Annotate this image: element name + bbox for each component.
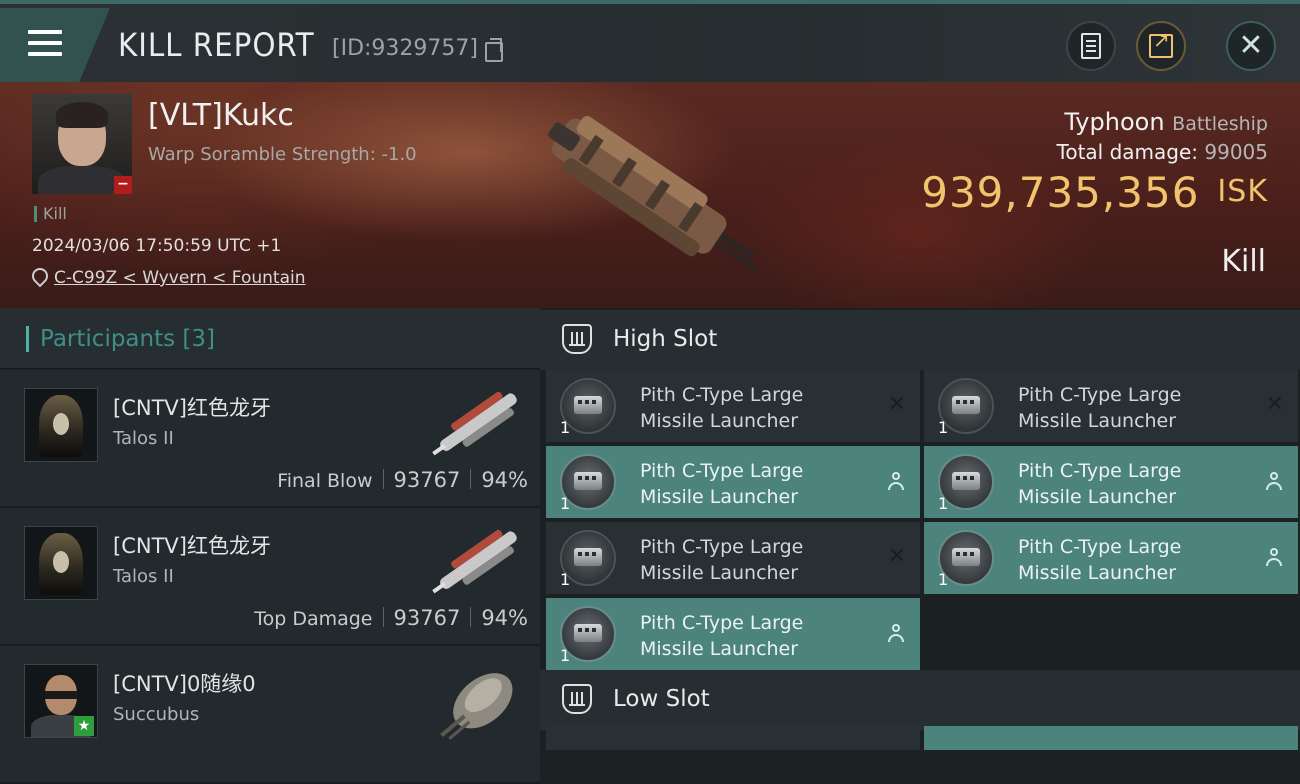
page-title: KILL REPORT xyxy=(118,26,315,64)
module-item[interactable] xyxy=(924,726,1298,750)
kill-datetime: 2024/03/06 17:50:59 UTC +1 xyxy=(32,236,282,256)
participant-name: [CNTV]红色龙牙 xyxy=(113,396,271,420)
total-damage-value: 99005 xyxy=(1204,140,1268,164)
module-name: Pith C-Type Large Missile Launcher xyxy=(1018,536,1182,584)
participant-ship-image xyxy=(432,529,517,594)
participant-percent: 94% xyxy=(481,468,528,492)
ship-class: Battleship xyxy=(1172,113,1268,135)
isk-amount: 939,735,356 xyxy=(921,168,1200,217)
participant-name: [CNTV]0随缘0 xyxy=(113,672,256,696)
participant-ship: Talos II xyxy=(113,428,174,449)
module-quantity: 1 xyxy=(560,494,571,513)
participant-ship: Talos II xyxy=(113,566,174,587)
module-item[interactable]: 1 Pith C-Type Large Missile Launcher ✕ xyxy=(546,370,920,442)
low-slot-title: Low Slot xyxy=(613,686,710,712)
participant-ship-image xyxy=(432,391,517,456)
fitting-panel: High Slot 1 Pith C-Type Large Missile Lau… xyxy=(540,308,1300,750)
location-pin-icon xyxy=(28,264,52,288)
isk-unit: ISK xyxy=(1217,174,1268,209)
participant-ship: Succubus xyxy=(113,704,200,725)
victim-ship-name: Typhoon Battleship xyxy=(1064,108,1268,136)
participants-label: Participants xyxy=(40,326,176,352)
module-quantity: 1 xyxy=(560,418,571,437)
module-item[interactable]: 1 Pith C-Type Large Missile Launcher xyxy=(924,446,1298,518)
participant-row[interactable]: [CNTV]红色龙牙 Talos II Top Damage 93767 94% xyxy=(0,508,540,646)
close-icon: ✕ xyxy=(1238,28,1264,63)
participant-stats: Final Blow 93767 94% xyxy=(277,468,528,492)
participant-row[interactable]: [CNTV]红色龙牙 Talos II Final Blow 93767 94% xyxy=(0,370,540,508)
menu-icon xyxy=(28,30,62,63)
isk-value: 939,735,356 ISK xyxy=(921,168,1268,217)
participant-role: Final Blow xyxy=(277,470,373,492)
module-quantity: 1 xyxy=(938,570,949,589)
module-quantity: 1 xyxy=(560,570,571,589)
total-damage-label: Total damage: xyxy=(1056,140,1199,164)
victim-ship-image[interactable] xyxy=(510,102,790,292)
module-name: Pith C-Type Large Missile Launcher xyxy=(640,536,804,584)
participant-role: Top Damage xyxy=(254,608,373,630)
kill-result: Kill xyxy=(1221,244,1266,279)
module-quantity: 1 xyxy=(560,646,571,665)
high-slot-icon xyxy=(562,324,592,354)
person-icon xyxy=(888,472,904,492)
low-slot-icon xyxy=(562,684,592,714)
participant-row[interactable]: ★ [CNTV]0随缘0 Succubus xyxy=(0,646,540,784)
star-icon: ★ xyxy=(74,716,94,736)
module-name: Pith C-Type Large Missile Launcher xyxy=(640,460,804,508)
participant-ship-image xyxy=(440,673,513,740)
participants-panel: Participants [3] [CNTV]红色龙牙 Talos II Fin… xyxy=(0,308,540,784)
report-id: [ID:9329757] xyxy=(332,36,478,61)
participant-avatar xyxy=(24,388,98,462)
participants-count: [3] xyxy=(182,326,216,352)
module-item[interactable] xyxy=(546,726,920,750)
victim-name: [VLT]Kukc xyxy=(148,98,294,133)
module-item[interactable]: 1 Pith C-Type Large Missile Launcher xyxy=(924,522,1298,594)
close-button[interactable]: ✕ xyxy=(1226,21,1276,71)
person-icon xyxy=(1266,472,1282,492)
share-button[interactable] xyxy=(1136,21,1186,71)
participant-stats: Top Damage 93767 94% xyxy=(254,606,528,630)
module-item[interactable]: 1 Pith C-Type Large Missile Launcher xyxy=(546,598,920,670)
warp-scramble-strength: Warp Soramble Strength: -1.0 xyxy=(148,144,417,165)
x-icon: ✕ xyxy=(1265,392,1284,417)
participant-avatar xyxy=(24,526,98,600)
module-item[interactable]: 1 Pith C-Type Large Missile Launcher ✕ xyxy=(546,522,920,594)
ship-name-text: Typhoon xyxy=(1064,108,1165,136)
standing-negative-icon: − xyxy=(114,176,132,194)
copy-icon[interactable] xyxy=(485,38,503,62)
participant-percent: 94% xyxy=(481,606,528,630)
module-quantity: 1 xyxy=(938,494,949,513)
kill-location-link[interactable]: C-C99Z < Wyvern < Fountain xyxy=(54,268,306,288)
participants-header: Participants [3] xyxy=(0,308,540,369)
clipboard-button[interactable] xyxy=(1066,21,1116,71)
participant-damage: 93767 xyxy=(393,468,461,492)
participant-name: [CNTV]红色龙牙 xyxy=(113,534,271,558)
module-name: Pith C-Type Large Missile Launcher xyxy=(1018,384,1182,432)
kill-tag: Kill xyxy=(34,206,67,222)
high-slot-title: High Slot xyxy=(613,326,718,352)
high-slot-header: High Slot xyxy=(540,310,1300,370)
person-icon xyxy=(1266,548,1282,568)
clipboard-icon xyxy=(1081,33,1101,59)
top-bar: KILL REPORT [ID:9329757] ✕ xyxy=(0,0,1300,82)
participant-damage: 93767 xyxy=(393,606,461,630)
menu-button[interactable] xyxy=(0,8,110,82)
person-icon xyxy=(888,624,904,644)
total-damage: Total damage: 99005 xyxy=(1057,140,1268,164)
share-icon xyxy=(1149,28,1173,58)
x-icon: ✕ xyxy=(887,544,906,569)
module-quantity: 1 xyxy=(938,418,949,437)
module-name: Pith C-Type Large Missile Launcher xyxy=(640,384,804,432)
module-name: Pith C-Type Large Missile Launcher xyxy=(1018,460,1182,508)
kill-summary: − [VLT]Kukc Warp Soramble Strength: -1.0… xyxy=(0,82,1300,308)
module-item[interactable]: 1 Pith C-Type Large Missile Launcher ✕ xyxy=(924,370,1298,442)
module-name: Pith C-Type Large Missile Launcher xyxy=(640,612,804,660)
module-item[interactable]: 1 Pith C-Type Large Missile Launcher xyxy=(546,446,920,518)
x-icon: ✕ xyxy=(887,392,906,417)
low-slot-header: Low Slot xyxy=(540,670,1300,730)
